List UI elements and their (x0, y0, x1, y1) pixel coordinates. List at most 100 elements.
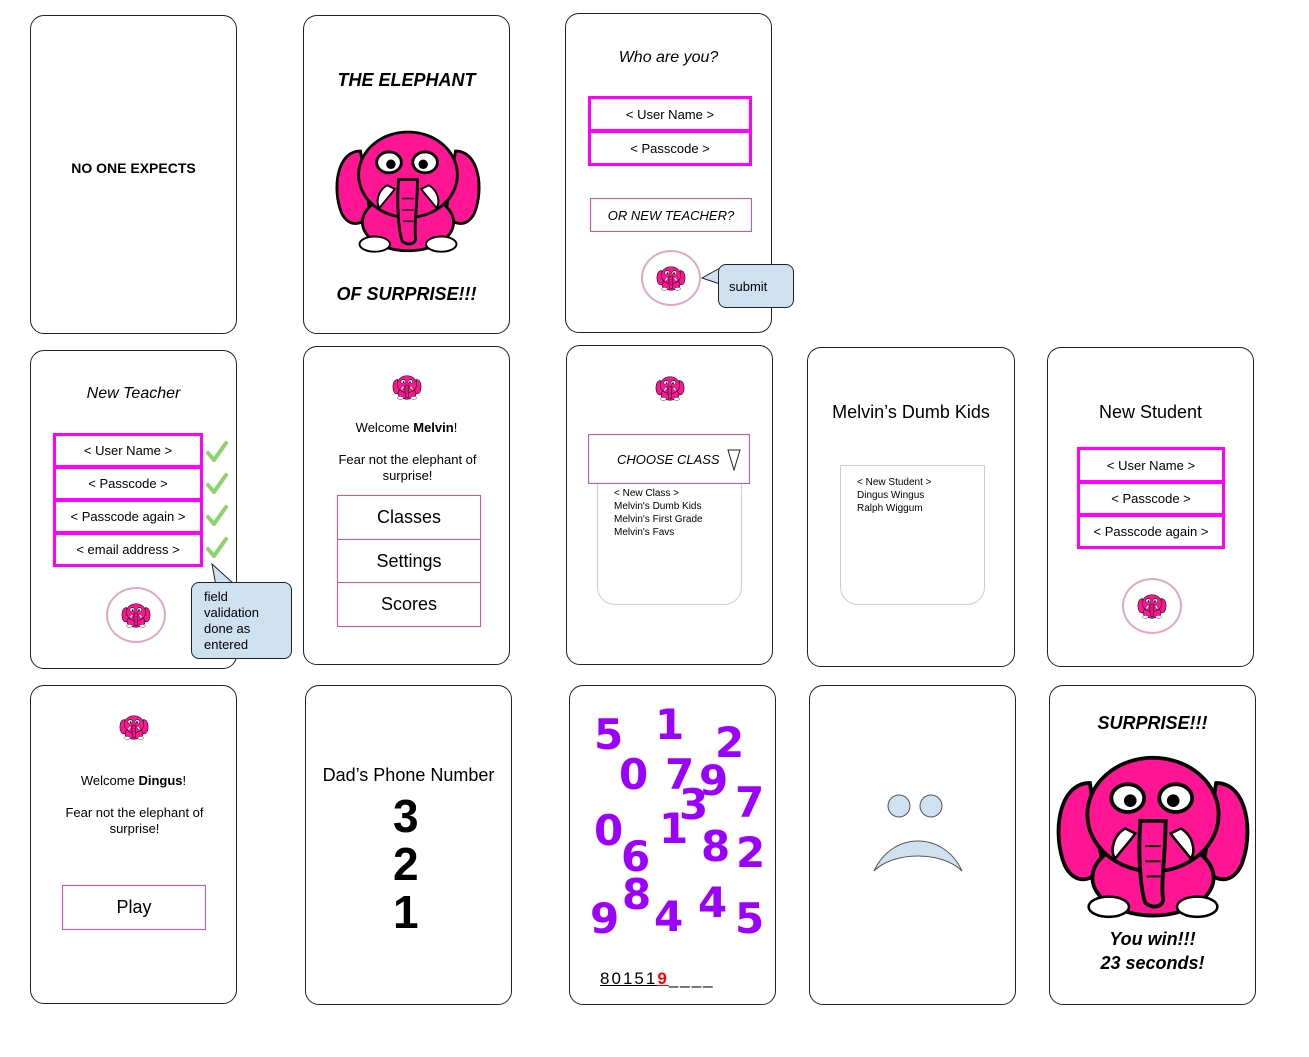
login-prompt: Who are you? (618, 49, 719, 66)
submit-button[interactable] (641, 250, 701, 306)
game-number[interactable]: 9 (590, 898, 619, 940)
screen-win: SURPRISE!!! You win!!! 23 seconds! (1049, 685, 1256, 1005)
class-option-new[interactable]: < New Class > (614, 487, 725, 500)
student-tagline: Fear not the elephant of surprise! (65, 805, 204, 836)
student-name: Dingus (138, 773, 183, 788)
menu-classes-button[interactable]: Classes (337, 495, 481, 540)
teacher-tagline: Fear not the elephant of surprise! (338, 452, 477, 483)
wrong-digit: 9 (657, 969, 669, 988)
student-passcode-again-field[interactable]: < Passcode again > (1077, 514, 1225, 549)
splash-title-bottom: OF SURPRISE!!! (336, 284, 477, 304)
game-number[interactable]: 1 (655, 704, 684, 746)
elephant-icon (1137, 592, 1167, 620)
countdown-number: 3 (393, 790, 419, 842)
welcome-prefix: Welcome (80, 773, 139, 788)
validation-note: field validation done as entered (191, 582, 292, 659)
teacher-submit-button[interactable] (106, 587, 166, 643)
teacher-passcode-again-field[interactable]: < Passcode again > (53, 499, 203, 534)
choose-class-dropdown[interactable]: CHOOSE CLASS (588, 434, 750, 484)
teacher-passcode-field[interactable]: < Passcode > (53, 466, 203, 501)
class-title: Melvin’s Dumb Kids (832, 402, 990, 422)
blank-slots: ____ (668, 969, 715, 988)
check-icon (206, 441, 228, 462)
countdown-number: 1 (393, 886, 419, 938)
menu-settings-button[interactable]: Settings (337, 539, 481, 583)
menu-scores-button[interactable]: Scores (337, 582, 481, 627)
student-option[interactable]: Ralph Wiggum (857, 502, 968, 515)
screen-new-student: New Student < User Name > < Passcode > <… (1047, 347, 1254, 667)
new-teacher-button[interactable]: OR NEW TEACHER? (590, 198, 752, 232)
check-icon (206, 473, 228, 494)
student-list: < New Student > Dingus Wingus Ralph Wigg… (840, 465, 985, 605)
class-option[interactable]: Melvin's First Grade (614, 513, 725, 526)
screen-no-one-expects: NO ONE EXPECTS (30, 15, 237, 334)
username-field[interactable]: < User Name > (588, 96, 752, 132)
countdown-number: 2 (393, 838, 419, 890)
teacher-email-field[interactable]: < email address > (53, 532, 203, 567)
win-title: SURPRISE!!! (1097, 713, 1208, 733)
countdown-title: Dad’s Phone Number (322, 765, 495, 785)
entered-digit: 8 (600, 969, 612, 988)
entered-digit: 1 (645, 969, 658, 988)
elephant-icon (392, 373, 422, 401)
student-welcome: Welcome Dingus! (31, 773, 236, 788)
elephant-logo-icon (1052, 741, 1254, 926)
teacher-welcome: Welcome Melvin! (304, 420, 509, 435)
splash-title-top: THE ELEPHANT (337, 70, 476, 90)
elephant-icon (655, 374, 685, 402)
game-number[interactable]: 7 (735, 782, 764, 824)
entered-digits: 801519____ (600, 969, 715, 989)
check-icon (206, 537, 228, 558)
game-number[interactable]: 5 (735, 898, 764, 940)
entered-digit: 0 (611, 969, 623, 988)
student-option-new[interactable]: < New Student > (857, 476, 968, 489)
student-passcode-field[interactable]: < Passcode > (1077, 481, 1225, 516)
game-number[interactable]: 0 (594, 810, 623, 852)
teacher-name: Melvin (413, 420, 454, 435)
class-option[interactable]: Melvin's Dumb Kids (614, 500, 725, 513)
screen-splash: THE ELEPHANT OF SURPRISE!!! (303, 15, 510, 334)
screen-choose-class: < New Class > Melvin's Dumb Kids Melvin'… (566, 345, 773, 665)
game-number[interactable]: 4 (654, 896, 683, 938)
intro-text: NO ONE EXPECTS (71, 160, 196, 176)
class-option[interactable]: Melvin's Favs (614, 526, 725, 539)
game-number[interactable]: 2 (736, 832, 765, 874)
game-number[interactable]: 1 (659, 808, 688, 850)
elephant-logo-icon (332, 113, 484, 265)
screen-number-game: 512079730182698445 801519____ (569, 685, 776, 1005)
submit-note: submit (718, 264, 794, 308)
elephant-icon (119, 713, 149, 741)
class-list: < New Class > Melvin's Dumb Kids Melvin'… (597, 480, 742, 605)
elephant-icon (656, 264, 686, 292)
entered-digits-text: 80151 (600, 969, 657, 988)
chevron-down-icon (727, 449, 741, 471)
screen-countdown: Dad’s Phone Number 3 2 1 (305, 685, 512, 1005)
game-number[interactable]: 8 (622, 874, 651, 916)
student-username-field[interactable]: < User Name > (1077, 447, 1225, 483)
student-option[interactable]: Dingus Wingus (857, 489, 968, 502)
screen-teacher-home: Welcome Melvin! Fear not the elephant of… (303, 346, 510, 665)
game-number[interactable]: 4 (698, 882, 727, 924)
student-submit-button[interactable] (1122, 578, 1182, 634)
passcode-field[interactable]: < Passcode > (588, 130, 752, 166)
play-button[interactable]: Play (62, 885, 206, 930)
welcome-suffix: ! (453, 420, 458, 435)
teacher-username-field[interactable]: < User Name > (53, 433, 203, 468)
check-icon (206, 505, 228, 526)
screen-class-roster: Melvin’s Dumb Kids < New Student > Dingu… (807, 347, 1015, 667)
submit-note-text: submit (729, 279, 768, 294)
elephant-icon (121, 601, 151, 629)
welcome-suffix: ! (182, 773, 187, 788)
welcome-prefix: Welcome (355, 420, 414, 435)
screen-fail (809, 685, 1016, 1005)
screen-student-home: Welcome Dingus! Fear not the elephant of… (30, 685, 237, 1004)
win-line-2: 23 seconds! (1100, 953, 1205, 973)
sad-face-icon (873, 794, 963, 872)
win-line-1: You win!!! (1109, 929, 1196, 949)
entered-digit: 1 (622, 969, 635, 988)
game-number[interactable]: 8 (701, 826, 730, 868)
new-student-title: New Student (1098, 402, 1203, 422)
entered-digit: 5 (634, 969, 646, 988)
game-number[interactable]: 0 (619, 754, 648, 796)
validation-note-text: field validation done as entered (204, 589, 259, 652)
